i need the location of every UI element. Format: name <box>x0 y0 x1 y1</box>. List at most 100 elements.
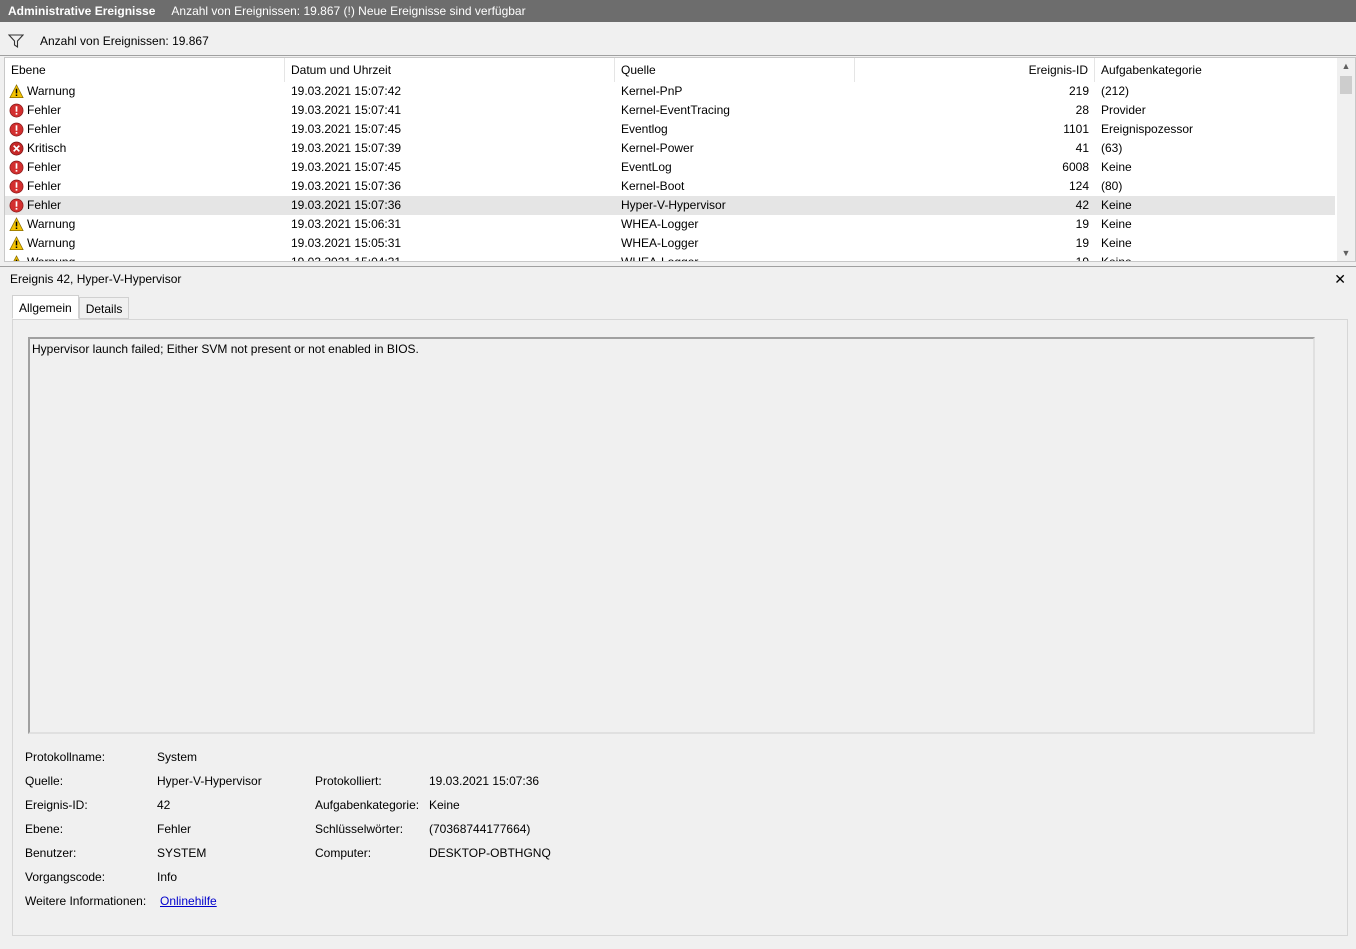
label-protokollname: Protokollname: <box>25 750 106 764</box>
cell-datum: 19.03.2021 15:07:36 <box>291 179 402 193</box>
filter-bar: Anzahl von Ereignissen: 19.867 <box>0 26 1356 56</box>
level-text: Fehler <box>27 198 62 212</box>
label-aufgabenkategorie: Aufgabenkategorie: <box>315 798 420 812</box>
event-row[interactable]: Fehler 19.03.2021 15:07:36 Kernel-Boot 124 (… <box>5 177 1335 196</box>
list-scrollbar[interactable]: ▲ ▼ <box>1337 58 1355 261</box>
cell-datum: 19.03.2021 15:06:31 <box>291 217 402 231</box>
column-header-quelle[interactable]: Quelle <box>615 58 855 82</box>
cell-quelle: Kernel-EventTracing <box>621 103 730 117</box>
event-row[interactable]: Warnung 19.03.2021 15:07:42 Kernel-PnP 219 (… <box>5 82 1335 101</box>
level-text: Warnung <box>27 217 76 231</box>
cell-datum: 19.03.2021 15:05:31 <box>291 236 402 250</box>
event-row[interactable]: Kritisch 19.03.2021 15:07:39 Kernel-Power 4… <box>5 139 1335 158</box>
value-protokollname: System <box>157 750 198 764</box>
cell-aufgabenkategorie: (80) <box>1101 179 1123 193</box>
event-row[interactable]: Warnung 19.03.2021 15:04:31 WHEA-Logger 19 K… <box>5 253 1335 262</box>
cell-quelle: Kernel-Power <box>621 141 694 155</box>
label-protokolliert: Protokolliert: <box>315 774 382 788</box>
cell-quelle: Kernel-PnP <box>621 84 683 98</box>
warning-icon <box>9 255 27 261</box>
filter-count-label: Anzahl von Ereignissen: 19.867 <box>40 33 209 48</box>
event-count-status: Anzahl von Ereignissen: 19.867 (!) Neue … <box>171 4 526 18</box>
cell-ereignis-id: 19 <box>1075 217 1089 231</box>
cell-ereignis-id: 19 <box>1075 236 1089 250</box>
event-rows: Warnung 19.03.2021 15:07:42 Kernel-PnP 219 (… <box>5 82 1335 262</box>
close-icon[interactable]: ✕ <box>1334 271 1346 288</box>
scroll-up-icon[interactable]: ▲ <box>1337 58 1355 74</box>
cell-quelle: Hyper-V-Hypervisor <box>621 198 726 212</box>
cell-quelle: Eventlog <box>621 122 668 136</box>
scrollbar-thumb[interactable] <box>1340 76 1352 94</box>
cell-aufgabenkategorie: Keine <box>1101 198 1132 212</box>
tab-details[interactable]: Details <box>78 297 130 319</box>
cell-ereignis-id: 41 <box>1075 141 1089 155</box>
level-text: Fehler <box>27 122 62 136</box>
label-quelle: Quelle: <box>25 774 64 788</box>
value-ereignis-id: 42 <box>157 798 171 812</box>
value-computer: DESKTOP-OBTHGNQ <box>429 846 551 860</box>
cell-datum: 19.03.2021 15:04:31 <box>291 255 402 262</box>
cell-ebene: Fehler <box>5 120 285 139</box>
event-row[interactable]: Fehler 19.03.2021 15:07:36 Hyper-V-Hypervi… <box>5 196 1335 215</box>
column-header-ebene[interactable]: Ebene <box>5 58 285 82</box>
label-benutzer: Benutzer: <box>25 846 77 860</box>
cell-ereignis-id: 219 <box>1068 84 1089 98</box>
list-header: Ebene Datum und Uhrzeit Quelle Ereignis-… <box>5 58 1335 82</box>
cell-ereignis-id: 19 <box>1075 255 1089 262</box>
value-schluesselwoerter: (70368744177664) <box>429 822 531 836</box>
cell-quelle: WHEA-Logger <box>621 217 699 231</box>
value-vorgangscode: Info <box>157 870 178 884</box>
label-weitere-informationen: Weitere Informationen: <box>25 894 147 908</box>
event-row[interactable]: Fehler 19.03.2021 15:07:45 Eventlog 1101 Ere… <box>5 120 1335 139</box>
column-header-datum[interactable]: Datum und Uhrzeit <box>285 58 615 82</box>
value-ebene: Fehler <box>157 822 192 836</box>
column-header-aufgabenkategorie[interactable]: Aufgabenkategorie <box>1095 58 1335 82</box>
label-ereignis-id: Ereignis-ID: <box>25 798 88 812</box>
warning-icon <box>9 84 27 99</box>
event-row[interactable]: Fehler 19.03.2021 15:07:41 Kernel-EventTra… <box>5 101 1335 120</box>
level-text: Fehler <box>27 160 62 174</box>
warning-icon <box>9 236 27 251</box>
cell-datum: 19.03.2021 15:07:36 <box>291 198 402 212</box>
label-ebene: Ebene: <box>25 822 64 836</box>
scroll-down-icon[interactable]: ▼ <box>1337 245 1355 261</box>
error-icon <box>9 160 27 175</box>
cell-ebene: Warnung <box>5 253 285 262</box>
cell-aufgabenkategorie: (63) <box>1101 141 1123 155</box>
cell-aufgabenkategorie: Keine <box>1101 236 1132 250</box>
onlinehilfe-link[interactable]: Onlinehilfe <box>160 894 217 908</box>
cell-ebene: Warnung <box>5 215 285 234</box>
level-text: Kritisch <box>27 141 67 155</box>
level-text: Warnung <box>27 236 76 250</box>
filter-funnel-icon[interactable] <box>8 33 24 49</box>
value-protokolliert: 19.03.2021 15:07:36 <box>429 774 540 788</box>
cell-quelle: WHEA-Logger <box>621 255 699 262</box>
cell-quelle: EventLog <box>621 160 672 174</box>
event-message-box[interactable]: Hypervisor launch failed; Either SVM not… <box>28 337 1315 734</box>
event-row[interactable]: Warnung 19.03.2021 15:06:31 WHEA-Logger 19 K… <box>5 215 1335 234</box>
tab-allgemein[interactable]: Allgemein <box>12 295 79 319</box>
error-icon <box>9 122 27 137</box>
title-bar: Administrative Ereignisse Anzahl von Ere… <box>0 0 1356 22</box>
cell-aufgabenkategorie: Keine <box>1101 217 1132 231</box>
cell-ebene: Fehler <box>5 101 285 120</box>
event-row[interactable]: Fehler 19.03.2021 15:07:45 EventLog 6008 Kei… <box>5 158 1335 177</box>
column-header-ereignis-id[interactable]: Ereignis-ID <box>855 58 1095 82</box>
event-message: Hypervisor launch failed; Either SVM not… <box>32 342 419 356</box>
level-text: Warnung <box>27 255 76 262</box>
cell-ebene: Kritisch <box>5 139 285 158</box>
value-quelle: Hyper-V-Hypervisor <box>157 774 262 788</box>
cell-datum: 19.03.2021 15:07:42 <box>291 84 402 98</box>
error-icon <box>9 198 27 213</box>
cell-aufgabenkategorie: Keine <box>1101 160 1132 174</box>
event-list[interactable]: Ebene Datum und Uhrzeit Quelle Ereignis-… <box>4 57 1356 262</box>
cell-ebene: Fehler <box>5 177 285 196</box>
value-benutzer: SYSTEM <box>157 846 207 860</box>
cell-datum: 19.03.2021 15:07:45 <box>291 122 402 136</box>
cell-ebene: Warnung <box>5 234 285 253</box>
level-text: Fehler <box>27 103 62 117</box>
event-row[interactable]: Warnung 19.03.2021 15:05:31 WHEA-Logger 19 K… <box>5 234 1335 253</box>
error-icon <box>9 179 27 194</box>
level-text: Fehler <box>27 179 62 193</box>
cell-ereignis-id: 124 <box>1068 179 1089 193</box>
